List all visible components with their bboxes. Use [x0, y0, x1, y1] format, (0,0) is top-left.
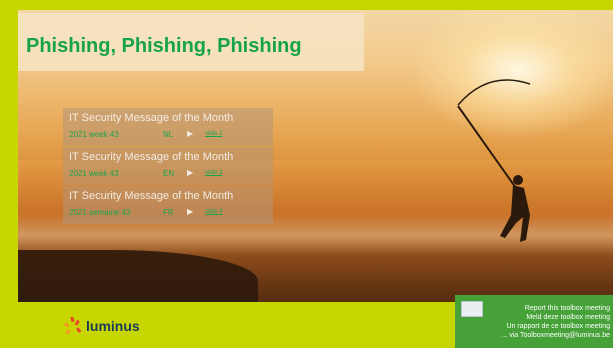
report-box[interactable]: Report this toolbox meeting Meld deze to… — [455, 295, 613, 348]
logo-wordmark: luminus — [86, 318, 140, 334]
play-arrow-icon: ▶ — [187, 207, 194, 216]
message-card-nl: IT Security Message of the Month 2021 we… — [63, 108, 273, 146]
report-line: Meld deze toolbox meeting — [526, 314, 610, 321]
message-card-en: IT Security Message of the Month 2021 we… — [63, 147, 273, 185]
message-week: 2021 semaine 43 — [69, 208, 131, 217]
slide-link[interactable]: slide 2 — [205, 131, 222, 137]
report-line: Un rapport de ce toolbox meeting — [506, 323, 610, 330]
message-week: 2021 week 43 — [69, 130, 119, 139]
message-heading: IT Security Message of the Month — [69, 112, 234, 124]
play-arrow-icon: ▶ — [187, 168, 194, 177]
message-card-fr: IT Security Message of the Month 2021 se… — [63, 186, 273, 224]
slide-link[interactable]: slide 4 — [205, 209, 222, 215]
report-line: Report this toolbox meeting — [524, 305, 610, 312]
page-title: Phishing, Phishing, Phishing — [26, 35, 302, 57]
message-language: FR — [163, 208, 174, 217]
message-week: 2021 week 43 — [69, 169, 119, 178]
play-arrow-icon: ▶ — [187, 129, 194, 138]
luminus-logo-icon — [64, 317, 82, 335]
meeting-icon — [461, 301, 483, 317]
message-heading: IT Security Message of the Month — [69, 151, 234, 163]
message-heading: IT Security Message of the Month — [69, 190, 234, 202]
report-email-line[interactable]: ... via Toolboxmeeting@luminus.be — [501, 332, 610, 339]
slide: Phishing, Phishing, Phishing IT Security… — [0, 0, 613, 348]
message-language: EN — [163, 169, 175, 178]
luminus-logo: luminus — [64, 317, 140, 335]
message-language: NL — [163, 130, 174, 139]
slide-link[interactable]: slide 3 — [205, 170, 222, 176]
